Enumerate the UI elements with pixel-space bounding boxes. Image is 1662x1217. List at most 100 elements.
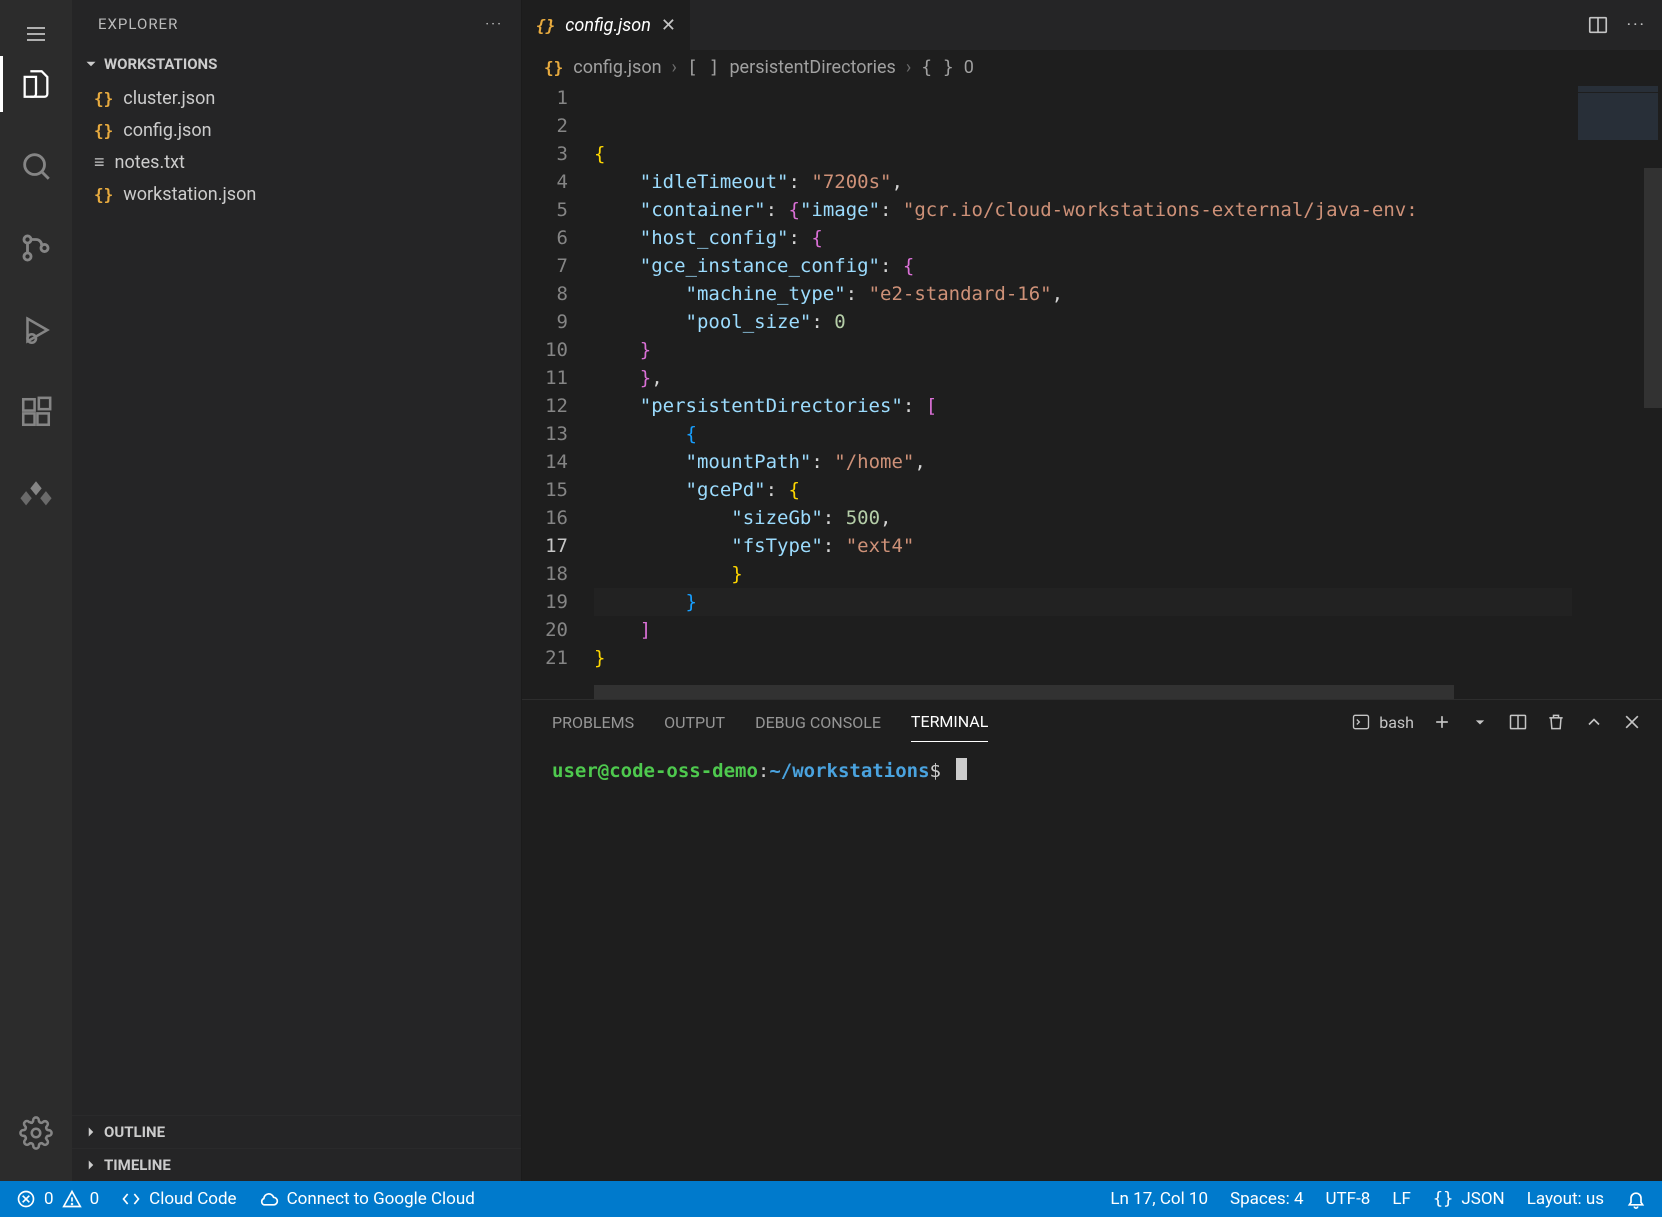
tab-bar: {} config.json ✕ ··· [522, 0, 1662, 50]
terminal-path: ~/workstations [769, 760, 929, 782]
code-line[interactable]: "machine_type": "e2-standard-16", [594, 280, 1662, 308]
split-terminal-icon[interactable] [1508, 712, 1528, 732]
code-line[interactable]: "pool_size": 0 [594, 308, 1662, 336]
status-cloudcode[interactable]: Cloud Code [121, 1189, 236, 1209]
outline-section[interactable]: OUTLINE [72, 1115, 521, 1148]
file-name: cluster.json [123, 88, 215, 109]
terminal-body[interactable]: user@code-oss-demo:~/workstations$ [522, 744, 1662, 1181]
code-line[interactable]: "mountPath": "/home", [594, 448, 1662, 476]
explorer-sidebar: EXPLORER ··· WORKSTATIONS {}cluster.json… [72, 0, 522, 1181]
editor-more-icon[interactable]: ··· [1627, 15, 1646, 35]
status-notifications[interactable] [1626, 1189, 1646, 1209]
scrollbar-horizontal[interactable] [594, 685, 1454, 699]
cloud-code-icon[interactable] [0, 466, 72, 522]
code-line[interactable]: } [594, 644, 1662, 672]
code-line[interactable]: "persistentDirectories": [ [594, 392, 1662, 420]
timeline-section[interactable]: TIMELINE [72, 1148, 521, 1181]
extensions-icon[interactable] [0, 384, 72, 440]
bell-icon [1626, 1189, 1646, 1209]
code-line[interactable]: }, [594, 364, 1662, 392]
cloudcode-label: Cloud Code [149, 1189, 236, 1209]
code-line[interactable]: } [594, 336, 1662, 364]
menu-button[interactable] [0, 12, 72, 56]
explorer-icon[interactable] [0, 56, 72, 112]
file-item[interactable]: {}config.json [72, 114, 521, 146]
code-line[interactable]: } [594, 560, 1662, 588]
terminal-shell-icon [1351, 712, 1371, 732]
code-area[interactable]: { "idleTimeout": "7200s", "container": {… [594, 84, 1662, 699]
activity-bar [0, 0, 72, 1181]
code-line[interactable]: "container": {"image": "gcr.io/cloud-wor… [594, 196, 1662, 224]
file-item[interactable]: {}cluster.json [72, 82, 521, 114]
panel-tab-debug[interactable]: DEBUG CONSOLE [755, 703, 881, 742]
run-debug-icon[interactable] [0, 302, 72, 358]
error-icon [16, 1189, 36, 1209]
split-editor-icon[interactable] [1587, 14, 1609, 36]
code-line[interactable]: "fsType": "ext4" [594, 532, 1662, 560]
close-panel-icon[interactable] [1622, 712, 1642, 732]
sidebar-title: EXPLORER [98, 15, 178, 33]
breadcrumb-index[interactable]: 0 [964, 57, 974, 78]
object-icon: { } [921, 57, 954, 78]
file-item[interactable]: {} workstation.json [72, 178, 521, 210]
code-line[interactable]: "gcePd": { [594, 476, 1662, 504]
settings-gear-icon[interactable] [0, 1105, 72, 1161]
panel-tab-problems[interactable]: PROBLEMS [552, 703, 634, 742]
panel-tab-terminal[interactable]: TERMINAL [911, 702, 988, 742]
workspace-section[interactable]: WORKSTATIONS [72, 48, 521, 80]
maximize-panel-icon[interactable] [1584, 712, 1604, 732]
status-eol[interactable]: LF [1392, 1189, 1411, 1209]
status-connect-cloud[interactable]: Connect to Google Cloud [259, 1189, 475, 1209]
status-cursor-position[interactable]: Ln 17, Col 10 [1110, 1189, 1208, 1209]
close-tab-icon[interactable]: ✕ [661, 15, 676, 36]
panel-tab-output[interactable]: OUTPUT [664, 703, 725, 742]
source-control-icon[interactable] [0, 220, 72, 276]
status-errors[interactable]: 0 0 [16, 1189, 99, 1209]
cloud-icon [259, 1189, 279, 1209]
file-name: workstation.json [123, 184, 256, 205]
terminal-dropdown-icon[interactable] [1470, 712, 1490, 732]
code-line[interactable]: "gce_instance_config": { [594, 252, 1662, 280]
status-indentation[interactable]: Spaces: 4 [1230, 1189, 1303, 1209]
code-line[interactable]: { [594, 140, 1662, 168]
breadcrumb-key[interactable]: persistentDirectories [729, 57, 895, 78]
code-line[interactable]: "idleTimeout": "7200s", [594, 168, 1662, 196]
code-line[interactable]: } [594, 588, 1662, 616]
terminal-shell-label: bash [1379, 713, 1414, 732]
editor-body[interactable]: 123456789101112131415161718192021 { "idl… [522, 84, 1662, 699]
code-line[interactable]: "sizeGb": 500, [594, 504, 1662, 532]
code-line[interactable]: ] [594, 616, 1662, 644]
scrollbar-vertical[interactable] [1644, 168, 1662, 408]
terminal-shell-selector[interactable]: bash [1351, 712, 1414, 732]
tab-config-json[interactable]: {} config.json ✕ [522, 0, 691, 50]
timeline-label: TIMELINE [104, 1156, 171, 1174]
outline-label: OUTLINE [104, 1123, 165, 1141]
json-file-icon: {} [544, 58, 563, 77]
connect-label: Connect to Google Cloud [287, 1189, 475, 1209]
file-list: {}cluster.json{}config.json ≡ notes.txt{} w… [72, 80, 521, 212]
warning-icon [62, 1189, 82, 1209]
json-lang-icon: {} [1433, 1189, 1453, 1209]
status-language[interactable]: {} JSON [1433, 1189, 1505, 1209]
new-terminal-icon[interactable] [1432, 712, 1452, 732]
kill-terminal-icon[interactable] [1546, 712, 1566, 732]
breadcrumb-file[interactable]: config.json [573, 57, 661, 78]
file-item[interactable]: ≡ notes.txt [72, 146, 521, 178]
editor-group: {} config.json ✕ ··· {} config.json › [ … [522, 0, 1662, 1181]
terminal-sep: : [758, 760, 769, 782]
text-file-icon: ≡ [94, 152, 105, 173]
status-layout[interactable]: Layout: us [1527, 1189, 1604, 1209]
file-name: config.json [123, 120, 211, 141]
workspace-name: WORKSTATIONS [104, 55, 217, 73]
error-count: 0 [44, 1189, 54, 1209]
language-label: JSON [1461, 1189, 1504, 1209]
search-icon[interactable] [0, 138, 72, 194]
terminal-dollar: $ [930, 760, 941, 782]
file-name: notes.txt [115, 152, 185, 173]
breadcrumb[interactable]: {} config.json › [ ] persistentDirectori… [522, 50, 1662, 84]
code-line[interactable]: { [594, 420, 1662, 448]
status-encoding[interactable]: UTF-8 [1326, 1189, 1371, 1209]
code-line[interactable]: "host_config": { [594, 224, 1662, 252]
sidebar-more-icon[interactable]: ··· [485, 15, 503, 33]
json-file-icon: {} [94, 185, 113, 204]
